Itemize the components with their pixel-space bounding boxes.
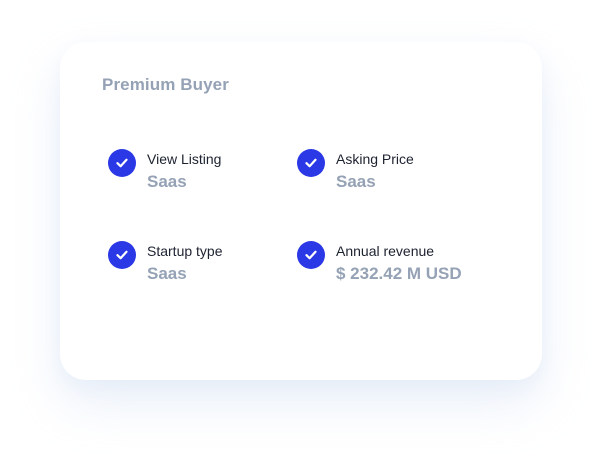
- detail-value: Saas: [336, 172, 376, 191]
- detail-value: Saas: [147, 264, 187, 283]
- detail-label: Startup type: [147, 243, 223, 259]
- page: Premium Buyer View Listing Saas Asking P…: [0, 0, 602, 460]
- detail-value: $ 232.42 M USD: [336, 264, 462, 283]
- detail-label: Annual revenue: [336, 243, 435, 259]
- check-circle-icon: [108, 241, 136, 269]
- detail-value: Saas: [147, 172, 187, 191]
- check-circle-icon: [108, 149, 136, 177]
- premium-buyer-card: Premium Buyer View Listing Saas Asking P…: [60, 42, 542, 380]
- card-title: Premium Buyer: [102, 75, 229, 94]
- check-circle-icon: [297, 149, 325, 177]
- detail-label: Asking Price: [336, 151, 414, 167]
- detail-label: View Listing: [147, 151, 222, 167]
- check-circle-icon: [297, 241, 325, 269]
